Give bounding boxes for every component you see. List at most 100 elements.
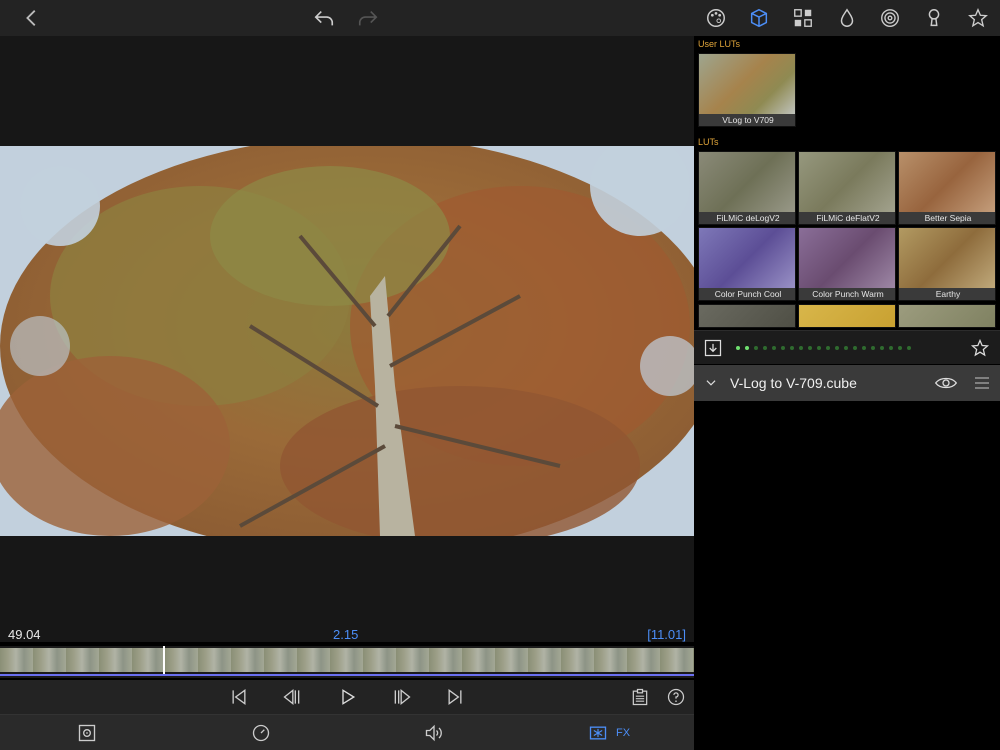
lut-cube-icon (750, 8, 768, 28)
lut-preview (899, 305, 995, 327)
drop-button[interactable] (829, 0, 865, 36)
page-dot[interactable] (781, 346, 785, 350)
transport-controls (0, 680, 694, 714)
page-dot[interactable] (889, 346, 893, 350)
spiral-button[interactable] (872, 0, 908, 36)
tab-speed[interactable] (250, 721, 272, 745)
lut-button[interactable] (741, 0, 777, 36)
page-dot[interactable] (835, 346, 839, 350)
favorites-button[interactable] (960, 0, 996, 36)
page-dot[interactable] (790, 346, 794, 350)
page-dot[interactable] (844, 346, 848, 350)
help-button[interactable] (662, 684, 690, 710)
page-dot[interactable] (745, 346, 749, 350)
luts-heading: LUTs (698, 137, 719, 147)
lut-preview (799, 152, 895, 214)
chevron-left-icon (26, 10, 36, 26)
star-icon (968, 8, 988, 28)
lut-pager-bar (694, 330, 1000, 364)
page-dot[interactable] (880, 346, 884, 350)
lut-thumb-7[interactable] (698, 304, 796, 328)
tab-audio[interactable] (422, 721, 446, 745)
lut-thumb-label: Better Sepia (899, 212, 995, 224)
lut-preview (699, 54, 795, 116)
lut-thumb-label: Earthy (899, 288, 995, 300)
top-toolbar (0, 0, 1000, 36)
video-viewer (0, 36, 694, 642)
volume-icon (425, 724, 442, 742)
undo-button[interactable] (306, 0, 342, 36)
lut-thumb-label: FiLMiC deLogV2 (699, 212, 795, 224)
page-dot[interactable] (898, 346, 902, 350)
lut-thumb-label: FiLMiC deFlatV2 (799, 212, 895, 224)
grid-icon (794, 9, 812, 27)
lut-thumb-2[interactable]: FiLMiC deFlatV2 (798, 151, 896, 225)
lut-thumb-3[interactable]: Better Sepia (898, 151, 996, 225)
lut-preview (899, 228, 995, 290)
tab-frame[interactable] (76, 721, 98, 745)
chevron-down-icon[interactable] (704, 376, 718, 390)
page-dot[interactable] (907, 346, 911, 350)
timeline[interactable] (0, 646, 694, 678)
page-dot[interactable] (853, 346, 857, 350)
frame-icon (78, 724, 96, 742)
page-dot[interactable] (817, 346, 821, 350)
page-indicator[interactable] (736, 346, 911, 350)
skip-end-icon (448, 689, 462, 705)
play-button[interactable] (334, 684, 362, 710)
back-button[interactable] (14, 0, 50, 36)
import-lut-icon[interactable] (703, 338, 723, 358)
current-time-text: 2.15 (333, 627, 359, 642)
lut-thumb-8[interactable] (798, 304, 896, 328)
star-icon[interactable] (970, 338, 990, 358)
skip-to-end-button[interactable] (441, 684, 469, 710)
page-dot[interactable] (862, 346, 866, 350)
play-icon (342, 689, 356, 705)
page-dot[interactable] (826, 346, 830, 350)
lut-thumb-label: VLog to V709 (699, 114, 795, 126)
page-dot[interactable] (871, 346, 875, 350)
lut-thumb-4[interactable]: Color Punch Cool (698, 227, 796, 301)
lut-thumb-6[interactable]: Earthy (898, 227, 996, 301)
lut-thumb-9[interactable] (898, 304, 996, 328)
lut-file-name: V-Log to V-709.cube (730, 375, 857, 391)
lut-preview (899, 152, 995, 214)
clip-length-text: [11.01] (647, 627, 686, 642)
time-readout: 49.04 2.15 [11.01] (0, 622, 694, 646)
page-dot[interactable] (754, 346, 758, 350)
palette-button[interactable] (698, 0, 734, 36)
selected-lut-row[interactable]: V-Log to V-709.cube (694, 365, 1000, 401)
grid-button[interactable] (785, 0, 821, 36)
lut-thumb-5[interactable]: Color Punch Warm (798, 227, 896, 301)
eye-icon[interactable] (934, 374, 958, 392)
page-dot[interactable] (772, 346, 776, 350)
lut-thumb-user-1[interactable]: VLog to V709 (698, 53, 796, 127)
filmstrip[interactable] (0, 648, 694, 672)
video-preview[interactable] (0, 146, 694, 536)
page-dot[interactable] (763, 346, 767, 350)
lut-preview (699, 152, 795, 214)
speed-icon (252, 724, 270, 742)
playhead[interactable] (163, 646, 165, 676)
page-dot[interactable] (736, 346, 740, 350)
tab-fx[interactable]: FX (586, 721, 632, 745)
help-icon (667, 688, 685, 706)
lut-panel: User LUTs VLog to V709 LUTs FiLMiC deLog… (694, 36, 1000, 750)
drag-handle-icon[interactable] (974, 375, 990, 391)
spiral-icon (881, 9, 899, 27)
redo-button[interactable] (350, 0, 386, 36)
page-dot[interactable] (808, 346, 812, 350)
lut-preview (799, 228, 895, 290)
page-dot[interactable] (799, 346, 803, 350)
fx-tab-label: FX (615, 727, 631, 739)
step-back-button[interactable] (278, 684, 306, 710)
redo-icon (358, 10, 378, 26)
lut-thumb-1[interactable]: FiLMiC deLogV2 (698, 151, 796, 225)
lut-preview (699, 228, 795, 290)
step-forward-button[interactable] (388, 684, 416, 710)
skip-to-start-button[interactable] (225, 684, 253, 710)
lut-preview (799, 305, 895, 327)
clipboard-button[interactable] (626, 684, 654, 710)
bottom-tab-bar: FX (0, 714, 694, 750)
keyhole-button[interactable] (916, 0, 952, 36)
